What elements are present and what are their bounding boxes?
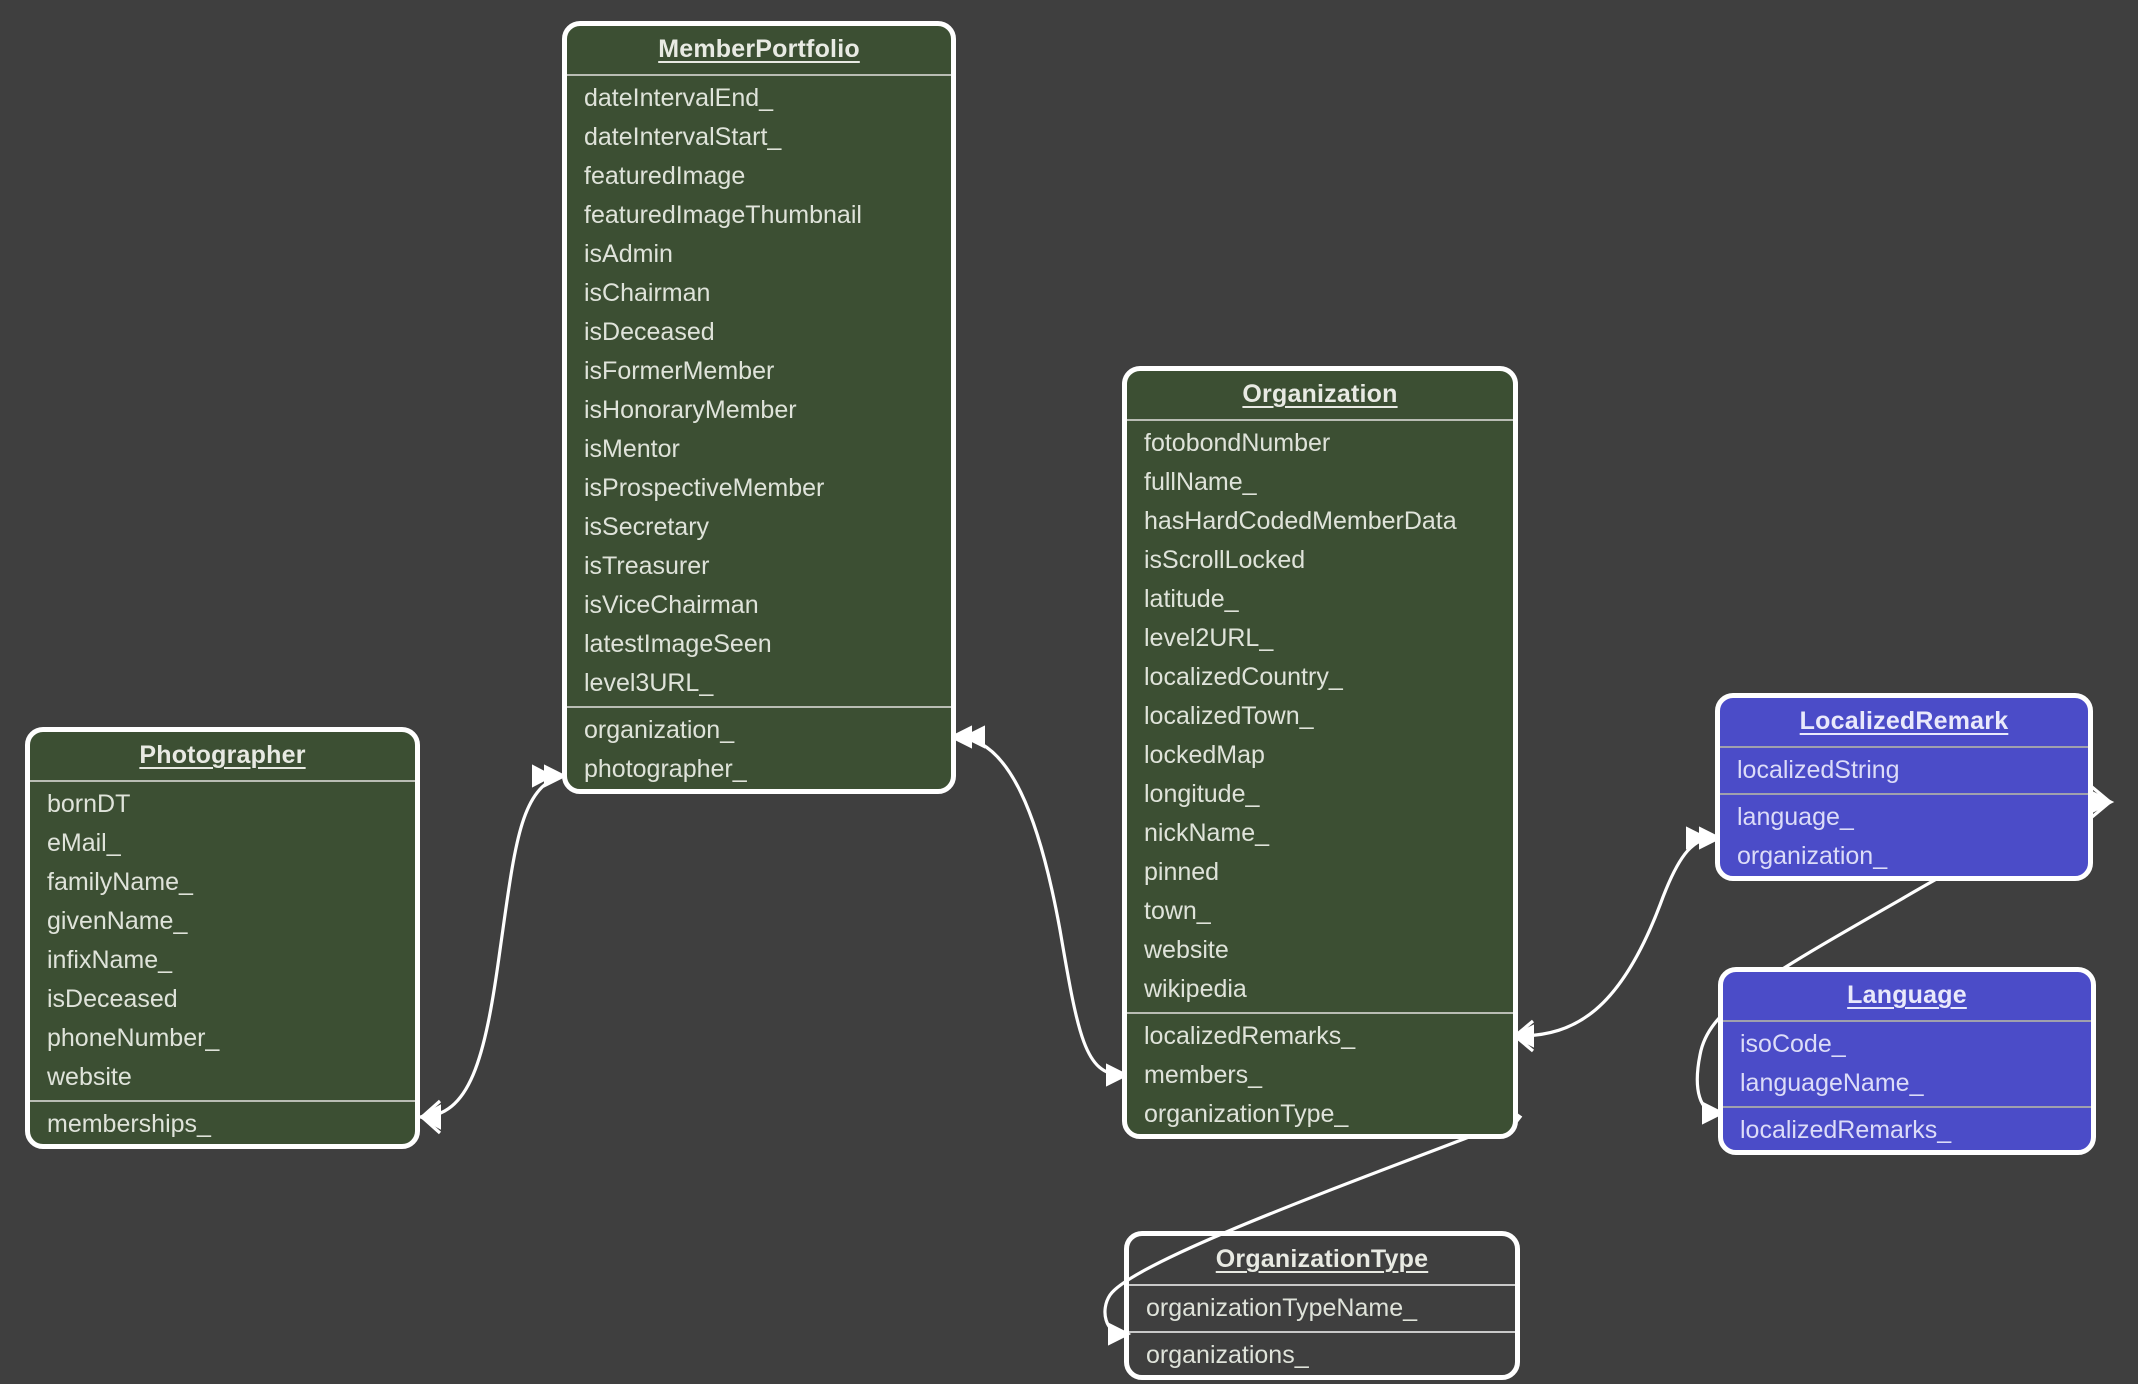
relationship-row[interactable]: members_	[1127, 1056, 1513, 1095]
attribute-row[interactable]: isoCode_	[1723, 1025, 2091, 1064]
attribute-list-language: isoCode_ languageName_	[1723, 1025, 2091, 1103]
attribute-row[interactable]: pinned	[1127, 853, 1513, 892]
attribute-row[interactable]: latitude_	[1127, 580, 1513, 619]
entity-title-divider	[1720, 746, 2088, 748]
entity-title-divider	[1127, 419, 1513, 421]
attribute-row[interactable]: latestImageSeen	[567, 625, 951, 664]
attribute-row[interactable]: infixName_	[30, 941, 415, 980]
attribute-row[interactable]: isViceChairman	[567, 586, 951, 625]
entity-title-memberportfolio: MemberPortfolio	[658, 35, 860, 63]
entity-organization[interactable]: Organization fotobondNumber fullName_ ha…	[1122, 366, 1518, 1139]
attribute-row[interactable]: isHonoraryMember	[567, 391, 951, 430]
attribute-list-localizedremark: localizedString	[1720, 751, 2088, 790]
entity-organizationtype[interactable]: OrganizationType organizationTypeName_ o…	[1124, 1231, 1520, 1380]
attribute-list-organizationtype: organizationTypeName_	[1129, 1289, 1515, 1328]
attribute-row[interactable]: isProspectiveMember	[567, 469, 951, 508]
relationship-divider	[567, 706, 951, 708]
attribute-row[interactable]: hasHardCodedMemberData	[1127, 502, 1513, 541]
relationship-row[interactable]: organizations_	[1129, 1336, 1515, 1375]
attribute-row[interactable]: dateIntervalEnd_	[567, 79, 951, 118]
relationship-row[interactable]: localizedRemarks_	[1127, 1017, 1513, 1056]
attribute-row[interactable]: givenName_	[30, 902, 415, 941]
entity-title-organization: Organization	[1242, 380, 1398, 408]
attribute-row[interactable]: level2URL_	[1127, 619, 1513, 658]
relationship-edges-layer: .edge { fill:none; stroke:#ffffff; strok…	[417, 725, 2115, 1346]
attribute-row[interactable]: isChairman	[567, 274, 951, 313]
entity-title-localizedremark: LocalizedRemark	[1799, 707, 2009, 735]
attribute-row[interactable]: town_	[1127, 892, 1513, 931]
relationship-list-photographer: memberships_	[30, 1105, 415, 1144]
attribute-row[interactable]: isDeceased	[30, 980, 415, 1019]
entity-title-language: Language	[1847, 981, 1967, 1009]
attribute-row[interactable]: website	[1127, 931, 1513, 970]
attribute-row[interactable]: fotobondNumber	[1127, 424, 1513, 463]
attribute-row[interactable]: website	[30, 1058, 415, 1097]
entity-title-divider	[1129, 1284, 1515, 1286]
relationship-list-organizationtype: organizations_	[1129, 1336, 1515, 1375]
attribute-row[interactable]: level3URL_	[567, 664, 951, 703]
attribute-row[interactable]: nickName_	[1127, 814, 1513, 853]
attribute-row[interactable]: languageName_	[1723, 1064, 2091, 1103]
edge-organization-localizedremarks-to-localizedremark-organization	[1510, 826, 1723, 1053]
relationship-divider	[1129, 1331, 1515, 1333]
relationship-divider	[1723, 1106, 2091, 1108]
attribute-row[interactable]: isScrollLocked	[1127, 541, 1513, 580]
attribute-row[interactable]: isTreasurer	[567, 547, 951, 586]
attribute-row[interactable]: familyName_	[30, 863, 415, 902]
relationship-divider	[1127, 1012, 1513, 1014]
relationship-row[interactable]: language_	[1720, 798, 2088, 837]
entity-photographer[interactable]: Photographer bornDT eMail_ familyName_ g…	[25, 727, 420, 1149]
entity-memberportfolio[interactable]: MemberPortfolio dateIntervalEnd_ dateInt…	[562, 21, 956, 794]
attribute-row[interactable]: featuredImageThumbnail	[567, 196, 951, 235]
attribute-row[interactable]: dateIntervalStart_	[567, 118, 951, 157]
attribute-row[interactable]: fullName_	[1127, 463, 1513, 502]
entity-title-divider	[1723, 1020, 2091, 1022]
entity-language[interactable]: Language isoCode_ languageName_ localize…	[1718, 967, 2096, 1155]
attribute-list-organization: fotobondNumber fullName_ hasHardCodedMem…	[1127, 424, 1513, 1009]
entity-localizedremark[interactable]: LocalizedRemark localizedString language…	[1715, 693, 2093, 881]
attribute-row[interactable]: eMail_	[30, 824, 415, 863]
relationship-row[interactable]: photographer_	[567, 750, 951, 789]
relationship-row[interactable]: organizationType_	[1127, 1095, 1513, 1134]
attribute-row[interactable]: lockedMap	[1127, 736, 1513, 775]
attribute-row[interactable]: isFormerMember	[567, 352, 951, 391]
entity-title-divider	[567, 74, 951, 76]
attribute-row[interactable]: localizedCountry_	[1127, 658, 1513, 697]
relationship-list-organization: localizedRemarks_ members_ organizationT…	[1127, 1017, 1513, 1134]
attribute-row[interactable]: featuredImage	[567, 157, 951, 196]
entity-title-photographer: Photographer	[139, 741, 306, 769]
attribute-row[interactable]: wikipedia	[1127, 970, 1513, 1009]
relationship-list-language: localizedRemarks_	[1723, 1111, 2091, 1150]
attribute-row[interactable]: bornDT	[30, 785, 415, 824]
relationship-row[interactable]: memberships_	[30, 1105, 415, 1144]
attribute-list-photographer: bornDT eMail_ familyName_ givenName_ inf…	[30, 785, 415, 1097]
relationship-list-memberportfolio: organization_ photographer_	[567, 711, 951, 789]
attribute-row[interactable]: isMentor	[567, 430, 951, 469]
attribute-row[interactable]: isDeceased	[567, 313, 951, 352]
attribute-row[interactable]: localizedString	[1720, 751, 2088, 790]
edge-photographer-memberships-to-memberportfolio-photographer	[417, 764, 568, 1135]
attribute-row[interactable]: phoneNumber_	[30, 1019, 415, 1058]
relationship-row[interactable]: organization_	[567, 711, 951, 750]
relationship-row[interactable]: organization_	[1720, 837, 2088, 876]
erd-canvas: .edge { fill:none; stroke:#ffffff; strok…	[0, 0, 2138, 1384]
relationship-divider	[1720, 793, 2088, 795]
relationship-row[interactable]: localizedRemarks_	[1723, 1111, 2091, 1150]
relationship-divider	[30, 1100, 415, 1102]
attribute-row[interactable]: longitude_	[1127, 775, 1513, 814]
edge-memberportfolio-organization-to-organization-members	[948, 725, 1130, 1087]
relationship-list-localizedremark: language_ organization_	[1720, 798, 2088, 876]
attribute-row[interactable]: organizationTypeName_	[1129, 1289, 1515, 1328]
attribute-row[interactable]: isAdmin	[567, 235, 951, 274]
attribute-row[interactable]: isSecretary	[567, 508, 951, 547]
entity-title-organizationtype: OrganizationType	[1215, 1245, 1429, 1273]
attribute-row[interactable]: localizedTown_	[1127, 697, 1513, 736]
entity-title-divider	[30, 780, 415, 782]
attribute-list-memberportfolio: dateIntervalEnd_ dateIntervalStart_ feat…	[567, 79, 951, 703]
